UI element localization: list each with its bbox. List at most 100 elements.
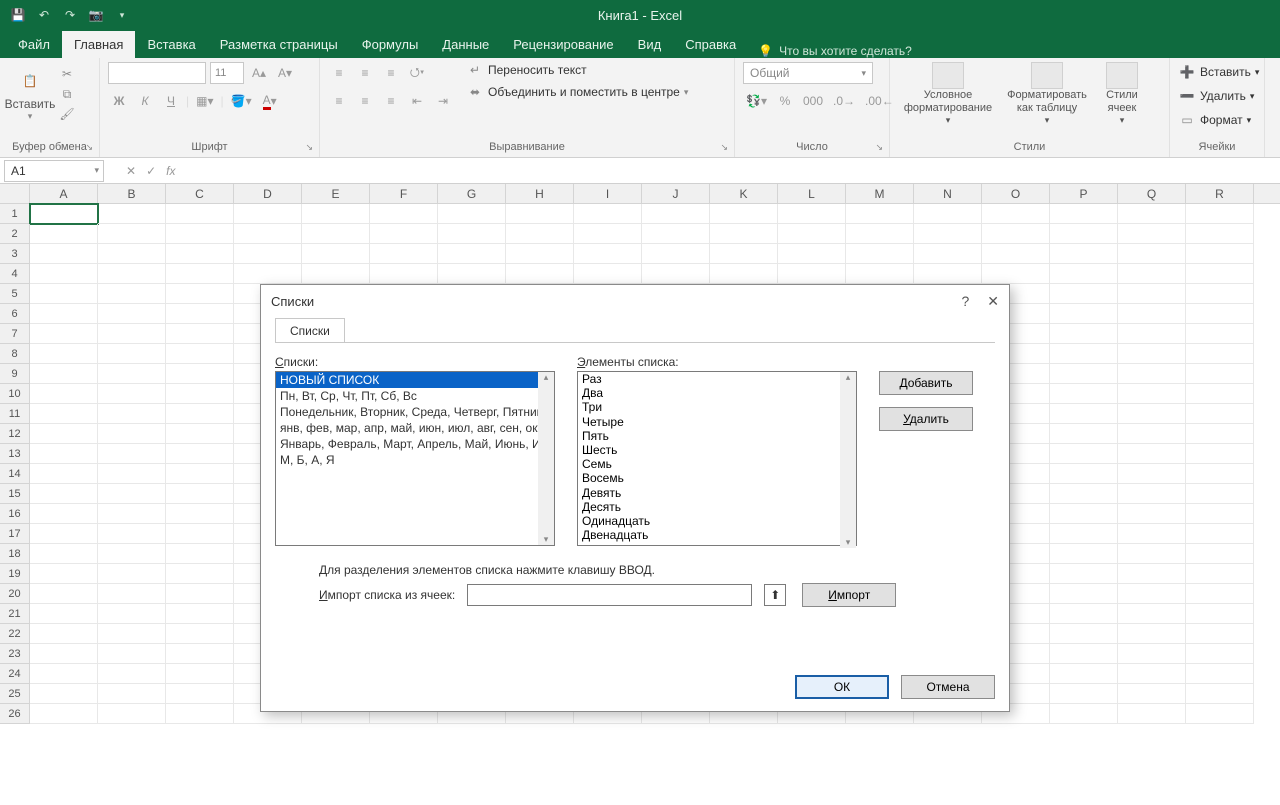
cell[interactable] (506, 224, 574, 244)
cell[interactable] (1118, 324, 1186, 344)
cell[interactable] (166, 304, 234, 324)
merge-center-button[interactable]: ⬌ Объединить и поместить в центре ▾ (466, 84, 688, 100)
cell[interactable] (982, 244, 1050, 264)
cell[interactable] (846, 204, 914, 224)
cell[interactable] (506, 204, 574, 224)
cell[interactable] (1050, 664, 1118, 684)
cell[interactable] (1186, 484, 1254, 504)
cell[interactable] (506, 264, 574, 284)
redo-icon[interactable]: ↷ (62, 7, 78, 23)
orientation-icon[interactable]: ⭯▾ (406, 62, 428, 84)
cell[interactable] (30, 284, 98, 304)
select-all-corner[interactable] (0, 184, 30, 203)
cell[interactable] (234, 264, 302, 284)
cell[interactable] (166, 264, 234, 284)
cell[interactable] (98, 684, 166, 704)
cell[interactable] (1050, 704, 1118, 724)
row-header[interactable]: 13 (0, 444, 30, 464)
cell[interactable] (98, 344, 166, 364)
ok-button[interactable]: ОК (795, 675, 889, 699)
row-header[interactable]: 3 (0, 244, 30, 264)
cell[interactable] (370, 244, 438, 264)
bold-button[interactable]: Ж (108, 90, 130, 112)
align-bottom-icon[interactable]: ≡ (380, 62, 402, 84)
import-range-input[interactable] (467, 584, 752, 606)
cell[interactable] (1118, 284, 1186, 304)
format-painter-icon[interactable]: 🖌 (58, 106, 76, 122)
cell[interactable] (98, 644, 166, 664)
cell[interactable] (438, 244, 506, 264)
cell[interactable] (778, 264, 846, 284)
cell[interactable] (506, 244, 574, 264)
qat-customize-icon[interactable]: ▾ (114, 7, 130, 23)
cell[interactable] (98, 584, 166, 604)
cell[interactable] (98, 424, 166, 444)
cell[interactable] (1050, 584, 1118, 604)
cell[interactable] (1118, 604, 1186, 624)
cell[interactable] (574, 224, 642, 244)
cell[interactable] (302, 204, 370, 224)
cell[interactable] (30, 604, 98, 624)
column-header[interactable]: B (98, 184, 166, 203)
row-header[interactable]: 19 (0, 564, 30, 584)
cell[interactable] (1118, 684, 1186, 704)
cell[interactable] (166, 364, 234, 384)
delete-cells-button[interactable]: ➖Удалить▾ (1178, 86, 1254, 106)
cell[interactable] (982, 224, 1050, 244)
cell[interactable] (1186, 684, 1254, 704)
cell[interactable] (166, 404, 234, 424)
cancel-button[interactable]: Отмена (901, 675, 995, 699)
cell[interactable] (642, 204, 710, 224)
cell[interactable] (166, 604, 234, 624)
cell[interactable] (1118, 444, 1186, 464)
cell[interactable] (1118, 624, 1186, 644)
align-top-icon[interactable]: ≡ (328, 62, 350, 84)
column-header[interactable]: M (846, 184, 914, 203)
cell[interactable] (1118, 664, 1186, 684)
cell[interactable] (30, 344, 98, 364)
cell[interactable] (1050, 564, 1118, 584)
row-header[interactable]: 23 (0, 644, 30, 664)
tab-главная[interactable]: Главная (62, 31, 135, 58)
cell[interactable] (166, 324, 234, 344)
list-item[interactable]: янв, фев, мар, апр, май, июн, июл, авг, … (276, 420, 554, 436)
cell[interactable] (1118, 424, 1186, 444)
column-header[interactable]: J (642, 184, 710, 203)
row-header[interactable]: 21 (0, 604, 30, 624)
column-header[interactable]: P (1050, 184, 1118, 203)
cell[interactable] (302, 264, 370, 284)
row-header[interactable]: 9 (0, 364, 30, 384)
cell[interactable] (166, 204, 234, 224)
list-item[interactable]: Понедельник, Вторник, Среда, Четверг, Пя… (276, 404, 554, 420)
listbox-scrollbar[interactable]: ▴▾ (538, 372, 554, 545)
cell[interactable] (1118, 224, 1186, 244)
launcher-icon[interactable]: ↘ (875, 142, 883, 153)
cell[interactable] (30, 204, 98, 224)
cell[interactable] (370, 204, 438, 224)
list-item[interactable]: Пн, Вт, Ср, Чт, Пт, Сб, Вс (276, 388, 554, 404)
cell[interactable] (1186, 304, 1254, 324)
italic-button[interactable]: К (134, 90, 156, 112)
cell[interactable] (1050, 684, 1118, 704)
cell[interactable] (1186, 704, 1254, 724)
cell[interactable] (1118, 404, 1186, 424)
cell[interactable] (1118, 644, 1186, 664)
wrap-text-button[interactable]: ↵ Переносить текст (466, 62, 688, 78)
cell[interactable] (1118, 504, 1186, 524)
column-header[interactable]: L (778, 184, 846, 203)
tab-справка[interactable]: Справка (673, 31, 748, 58)
cancel-formula-icon[interactable]: ✕ (126, 164, 136, 178)
cell[interactable] (166, 244, 234, 264)
accounting-format-icon[interactable]: 💱▾ (743, 90, 770, 112)
number-format-select[interactable]: Общий ▾ (743, 62, 873, 84)
cell[interactable] (166, 664, 234, 684)
cell[interactable] (1186, 564, 1254, 584)
cell[interactable] (1118, 244, 1186, 264)
row-header[interactable]: 12 (0, 424, 30, 444)
decrease-indent-icon[interactable]: ⇤ (406, 90, 428, 112)
cell[interactable] (1050, 244, 1118, 264)
list-item[interactable]: М, Б, А, Я (276, 452, 554, 468)
cell[interactable] (30, 704, 98, 724)
cell[interactable] (914, 224, 982, 244)
launcher-icon[interactable]: ↘ (85, 142, 93, 153)
